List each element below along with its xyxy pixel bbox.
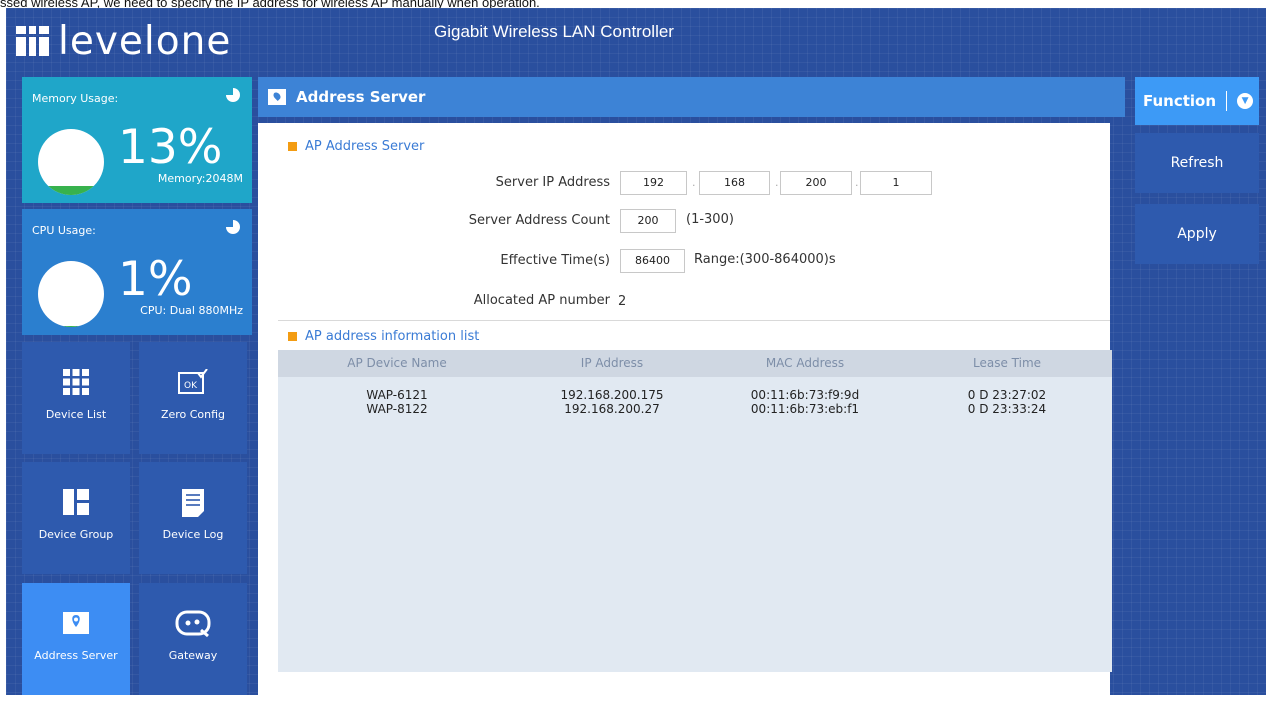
pie-chart-icon[interactable]: [225, 219, 240, 234]
nav-label: Address Server: [34, 649, 118, 662]
nav-label: Device Group: [38, 528, 114, 541]
cut-off-instruction-text: ssed wireless AP, we need to specify the…: [0, 0, 1266, 8]
section-ap-address-server: AP Address Server: [288, 139, 424, 154]
column-header[interactable]: MAC Address: [708, 350, 902, 377]
grid-icon: [22, 369, 130, 397]
nav-zero-config[interactable]: OK Zero Config: [139, 342, 247, 454]
memory-usage-percent: 13%: [118, 120, 223, 175]
section-title: AP address information list: [305, 329, 480, 344]
nav-label: Gateway: [168, 649, 218, 662]
section-title: AP Address Server: [305, 139, 425, 154]
effective-time-hint: Range:(300-864000)s: [694, 252, 836, 267]
server-ip-octet-2[interactable]: 168: [699, 171, 770, 195]
server-ip-label: Server IP Address: [495, 175, 610, 190]
cpu-usage-tile: CPU Usage: 1% CPU: Dual 880MHz: [22, 209, 252, 335]
table-cell: 00:11:6b:73:eb:f1: [750, 402, 860, 416]
table-row[interactable]: WAP-6121 192.168.200.175 00:11:6b:73:f9:…: [278, 388, 1112, 402]
allocated-ap-label: Allocated AP number: [473, 293, 610, 308]
address-count-hint: (1-300): [686, 212, 734, 227]
levelone-logo: levelone: [16, 14, 231, 68]
address-server-panel: AP Address Server Server IP Address 192 …: [258, 123, 1112, 695]
nav-device-list[interactable]: Device List: [22, 342, 130, 454]
ok-icon: OK: [139, 369, 247, 397]
effective-time-input[interactable]: 86400: [620, 249, 685, 273]
column-header[interactable]: Lease Time: [902, 350, 1112, 377]
table-cell: WAP-8122: [366, 402, 428, 416]
ip-separator: .: [775, 176, 779, 189]
memory-usage-tile: Memory Usage: 13% Memory:2048M: [22, 77, 252, 203]
ap-info-table: AP Device Name IP Address MAC Address Le…: [278, 350, 1112, 672]
apply-button[interactable]: Apply: [1135, 204, 1259, 264]
server-ip-octet-4[interactable]: 1: [860, 171, 932, 195]
app-title: Gigabit Wireless LAN Controller: [434, 22, 674, 41]
effective-time-label: Effective Time(s): [500, 253, 610, 268]
nav-label: Device Log: [162, 528, 224, 541]
cpu-usage-percent: 1%: [118, 252, 193, 307]
table-cell: WAP-6121: [366, 388, 428, 402]
column-header[interactable]: AP Device Name: [278, 350, 516, 377]
table-cell: 192.168.200.175: [560, 388, 664, 402]
function-label: Function: [1143, 92, 1217, 110]
page-title: Address Server: [296, 88, 426, 106]
allocated-ap-row: Allocated AP number: [258, 289, 610, 313]
column-header[interactable]: IP Address: [516, 350, 708, 377]
section-marker-icon: [288, 332, 297, 341]
table-cell: 0 D 23:27:02: [967, 388, 1047, 402]
memory-size-text: Memory:2048M: [157, 172, 243, 185]
pie-chart-icon[interactable]: [225, 87, 240, 102]
svg-text:OK: OK: [184, 381, 198, 391]
cpu-usage-gauge: [38, 261, 104, 327]
address-count-row: Server Address Count: [258, 209, 610, 233]
nav-gateway[interactable]: Gateway: [139, 583, 247, 695]
table-cell: 192.168.200.27: [564, 402, 660, 416]
nav-device-log[interactable]: Device Log: [139, 462, 247, 574]
memory-usage-fill: [38, 186, 104, 195]
section-marker-icon: [288, 142, 297, 151]
separator: [1226, 91, 1228, 111]
table-cell: 00:11:6b:73:f9:9d: [750, 388, 860, 402]
page-header: Address Server: [258, 77, 1125, 117]
table-header: AP Device Name IP Address MAC Address Le…: [278, 350, 1112, 377]
app-window: levelone Gigabit Wireless LAN Controller…: [6, 8, 1266, 695]
table-cell: 0 D 23:33:24: [967, 402, 1047, 416]
cpu-usage-fill: [38, 326, 104, 327]
address-count-input[interactable]: 200: [620, 209, 676, 233]
cpu-info-text: CPU: Dual 880MHz: [140, 304, 243, 317]
nav-label: Zero Config: [160, 408, 226, 421]
gateway-icon: [139, 610, 247, 638]
memory-usage-gauge: [38, 129, 104, 195]
effective-time-row: Effective Time(s): [258, 249, 610, 273]
refresh-button[interactable]: Refresh: [1135, 133, 1259, 193]
allocated-ap-value: 2: [618, 294, 627, 309]
server-ip-octet-3[interactable]: 200: [780, 171, 852, 195]
cpu-usage-label: CPU Usage:: [32, 224, 96, 237]
divider: [278, 320, 1110, 321]
server-ip-row: Server IP Address: [258, 171, 610, 195]
document-icon: [139, 489, 247, 517]
logo-mark-icon: [16, 26, 49, 56]
nav-device-group[interactable]: Device Group: [22, 462, 130, 574]
memory-usage-label: Memory Usage:: [32, 92, 119, 105]
location-icon: [268, 89, 286, 105]
logo-text: levelone: [58, 18, 232, 64]
ip-separator: .: [855, 176, 859, 189]
nav-label: Device List: [45, 408, 107, 421]
address-count-label: Server Address Count: [468, 213, 610, 228]
table-row[interactable]: WAP-8122 192.168.200.27 00:11:6b:73:eb:f…: [278, 402, 1112, 416]
section-ap-info-list: AP address information list: [288, 329, 479, 344]
server-ip-octet-1[interactable]: 192: [620, 171, 687, 195]
ip-separator: .: [692, 176, 696, 189]
location-icon: [22, 610, 130, 638]
group-icon: [22, 489, 130, 517]
nav-address-server[interactable]: Address Server: [22, 583, 130, 695]
chevron-down-icon: ▼: [1237, 93, 1254, 109]
function-menu-button[interactable]: Function ▼: [1135, 77, 1259, 125]
